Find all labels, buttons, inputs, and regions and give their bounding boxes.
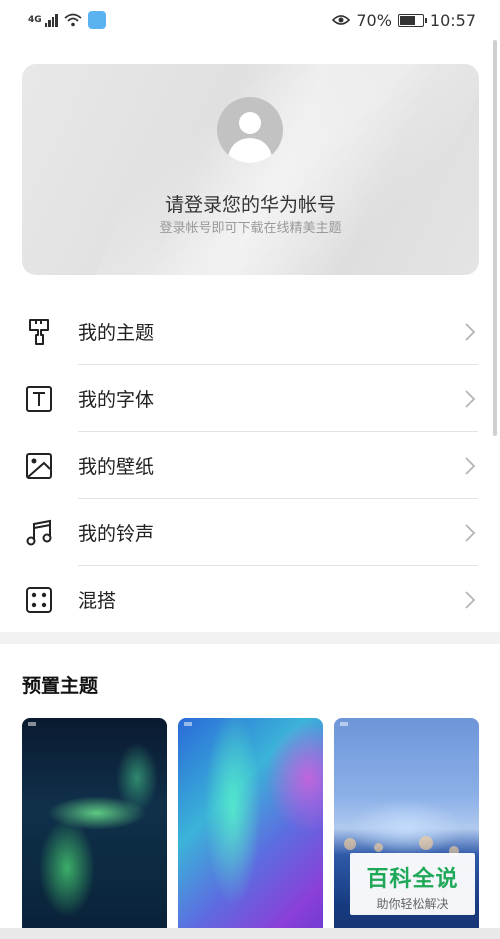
watermark-main-text: 百科全说 (366, 867, 459, 892)
wifi-icon (64, 13, 82, 27)
status-bar: 4G 70% 10:57 (0, 0, 500, 40)
preset-theme-card-aurora[interactable] (22, 718, 167, 939)
eye-comfort-icon (332, 15, 351, 25)
chevron-right-icon (465, 591, 476, 609)
preset-themes-title: 预置主题 (22, 675, 99, 697)
chevron-right-icon (465, 323, 476, 341)
menu-label: 混搭 (78, 590, 117, 612)
app-notification-icon (87, 11, 106, 29)
clock-time: 10:57 (429, 10, 476, 30)
preset-theme-card-gradient[interactable] (178, 718, 323, 939)
battery-percent: 70% (356, 10, 392, 30)
login-prompt-title: 请登录您的华为帐号 (164, 194, 336, 216)
font-icon (26, 386, 52, 412)
network-type: 4G (28, 15, 42, 25)
account-login-card[interactable]: 请登录您的华为帐号 登录帐号即可下载在线精美主题 (22, 64, 479, 275)
chevron-right-icon (465, 457, 476, 475)
menu-label: 我的字体 (78, 389, 155, 411)
avatar[interactable] (217, 97, 283, 163)
status-left: 4G (28, 11, 106, 29)
menu-item-my-themes[interactable]: 我的主题 (0, 298, 500, 365)
menu-label: 我的主题 (78, 322, 155, 344)
wallpaper-icon (26, 453, 52, 479)
signal-icon (44, 13, 58, 27)
status-right: 70% 10:57 (332, 11, 476, 30)
menu-item-my-ringtones[interactable]: 我的铃声 (0, 499, 500, 566)
music-note-icon (26, 519, 52, 546)
watermark-sub-text: 助你轻松解决 (376, 897, 449, 911)
dice-icon (26, 587, 52, 613)
menu-item-my-fonts[interactable]: 我的字体 (0, 365, 500, 432)
my-content-menu: 我的主题 我的字体 我的壁纸 我的铃声 混搭 (0, 298, 500, 633)
menu-item-mix-match[interactable]: 混搭 (0, 566, 500, 633)
menu-label: 我的壁纸 (78, 456, 155, 478)
section-separator (0, 632, 500, 644)
brush-icon (29, 319, 49, 345)
bottom-navigation-edge (0, 928, 500, 939)
menu-label: 我的铃声 (78, 523, 155, 545)
menu-item-my-wallpapers[interactable]: 我的壁纸 (0, 432, 500, 499)
battery-icon (397, 13, 427, 27)
chevron-right-icon (465, 524, 476, 542)
chevron-right-icon (465, 390, 476, 408)
watermark-overlay: 百科全说 助你轻松解决 (350, 853, 475, 915)
default-avatar-icon (227, 112, 273, 163)
login-prompt-subtitle: 登录帐号即可下载在线精美主题 (159, 221, 342, 236)
